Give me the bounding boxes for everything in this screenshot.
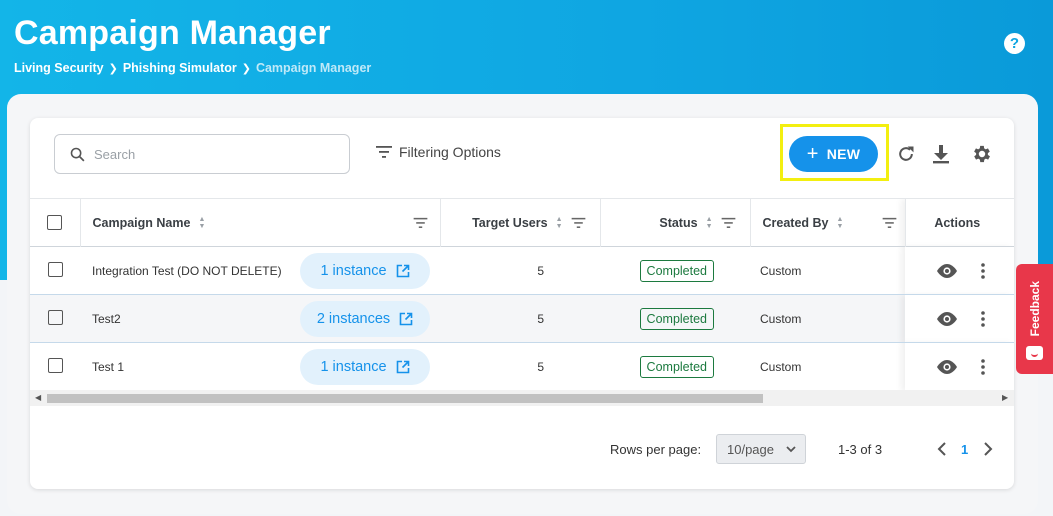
campaign-name: Test 1 <box>92 359 125 374</box>
row-checkbox[interactable] <box>47 357 63 373</box>
chevron-right-icon: ❯ <box>108 62 118 75</box>
view-eye-icon[interactable] <box>935 263 959 279</box>
scroll-right-arrow-icon[interactable]: ▶ <box>1002 393 1008 402</box>
row-checkbox[interactable] <box>47 261 63 277</box>
refresh-icon[interactable] <box>894 142 918 166</box>
chevron-down-icon <box>785 443 797 455</box>
breadcrumb-item-current: Campaign Manager <box>255 61 372 75</box>
table-row: Integration Test (DO NOT DELETE) 1 insta… <box>30 246 1014 295</box>
table-header-row: Campaign Name ▲ ▼ Target Users ▲ ▼ Statu… <box>30 198 1014 247</box>
view-eye-icon[interactable] <box>935 311 959 327</box>
scroll-left-arrow-icon[interactable]: ◀ <box>35 393 41 402</box>
column-header-created-by[interactable]: Created By ▲ ▼ <box>750 198 906 247</box>
open-external-icon <box>399 312 413 326</box>
sort-icon[interactable]: ▲ ▼ <box>706 216 713 230</box>
target-users: 5 <box>537 311 544 326</box>
instances-label: 2 instances <box>316 310 391 327</box>
more-options-icon[interactable] <box>980 358 985 375</box>
instances-button[interactable]: 1 instance <box>300 348 430 385</box>
scrollbar-thumb[interactable] <box>47 394 763 403</box>
sort-icon[interactable]: ▲ ▼ <box>198 216 205 230</box>
campaign-table-card: Filtering Options + NEW <box>30 118 1014 489</box>
rows-per-page-label: Rows per page: <box>610 442 702 457</box>
column-header-target-users[interactable]: Target Users ▲ ▼ <box>440 198 601 247</box>
column-header-status[interactable]: Status ▲ ▼ <box>600 198 751 247</box>
search-icon <box>69 146 86 163</box>
rows-per-page-value: 10/page <box>727 441 774 457</box>
download-icon[interactable] <box>929 142 953 166</box>
pagination-range: 1-3 of 3 <box>838 442 883 457</box>
search-input[interactable] <box>94 146 314 162</box>
sort-icon[interactable]: ▲ ▼ <box>837 216 844 230</box>
column-header-campaign-name[interactable]: Campaign Name ▲ ▼ <box>80 198 441 247</box>
next-page-icon[interactable] <box>982 441 994 457</box>
column-filter-icon[interactable] <box>882 217 897 229</box>
pagination-bar: Rows per page: 10/page 1-3 of 3 1 <box>30 434 1014 464</box>
search-field[interactable] <box>54 134 350 174</box>
rows-per-page-select[interactable]: 10/page <box>716 434 806 464</box>
table-row: Test2 2 instances 5 Completed Custom <box>30 294 1014 343</box>
sort-icon[interactable]: ▲ ▼ <box>556 216 563 230</box>
more-options-icon[interactable] <box>980 262 985 279</box>
instances-button[interactable]: 1 instance <box>300 252 430 289</box>
column-filter-icon[interactable] <box>571 217 586 229</box>
filter-icon <box>376 145 392 159</box>
settings-gear-icon[interactable] <box>970 142 994 166</box>
horizontal-scrollbar[interactable]: ◀ ▶ <box>30 390 1014 406</box>
target-users: 5 <box>537 263 544 278</box>
column-filter-icon[interactable] <box>413 217 428 229</box>
column-label: Target Users <box>472 215 548 230</box>
filtering-options-button[interactable]: Filtering Options <box>376 144 501 160</box>
column-header-actions: Actions <box>905 198 1014 247</box>
status-badge: Completed <box>639 307 714 330</box>
created-by: Custom <box>760 311 802 326</box>
breadcrumb: Living Security ❯ Phishing Simulator ❯ C… <box>14 61 371 75</box>
filtering-options-label: Filtering Options <box>399 144 501 160</box>
created-by: Custom <box>760 263 802 278</box>
open-external-icon <box>396 360 410 374</box>
previous-page-icon[interactable] <box>936 441 948 457</box>
new-campaign-button[interactable]: + NEW <box>789 136 878 172</box>
instances-button[interactable]: 2 instances <box>300 300 430 337</box>
page-number-current[interactable]: 1 <box>961 442 968 457</box>
feedback-tab[interactable]: Feedback <box>1016 264 1053 374</box>
plus-icon: + <box>806 143 819 165</box>
feedback-smile-icon <box>1026 346 1043 360</box>
breadcrumb-item-phishing-simulator[interactable]: Phishing Simulator <box>123 61 237 75</box>
select-all-cell <box>30 198 81 247</box>
campaign-table: Campaign Name ▲ ▼ Target Users ▲ ▼ Statu… <box>30 198 1014 408</box>
column-label: Created By <box>762 215 829 230</box>
chevron-right-icon: ❯ <box>241 62 251 75</box>
select-all-checkbox[interactable] <box>47 215 63 230</box>
row-checkbox[interactable] <box>47 309 63 325</box>
campaign-name: Integration Test (DO NOT DELETE) <box>92 263 282 278</box>
status-badge: Completed <box>639 355 714 378</box>
feedback-label: Feedback <box>1027 280 1042 336</box>
column-filter-icon[interactable] <box>721 217 736 229</box>
column-label: Status <box>659 215 698 230</box>
instances-label: 1 instance <box>320 262 387 279</box>
target-users: 5 <box>537 359 544 374</box>
status-badge: Completed <box>639 259 714 282</box>
instances-label: 1 instance <box>320 358 387 375</box>
new-button-label: NEW <box>826 146 861 162</box>
campaign-name: Test2 <box>92 311 121 326</box>
column-label: Actions <box>934 215 981 230</box>
breadcrumb-item-living-security[interactable]: Living Security <box>14 61 104 75</box>
help-icon[interactable]: ? <box>1004 33 1025 54</box>
table-row: Test 1 1 instance 5 Completed Custom <box>30 342 1014 391</box>
created-by: Custom <box>760 359 802 374</box>
more-options-icon[interactable] <box>980 310 985 327</box>
page-title: Campaign Manager <box>14 14 331 52</box>
open-external-icon <box>396 264 410 278</box>
view-eye-icon[interactable] <box>935 359 959 375</box>
column-label: Campaign Name <box>92 215 191 230</box>
